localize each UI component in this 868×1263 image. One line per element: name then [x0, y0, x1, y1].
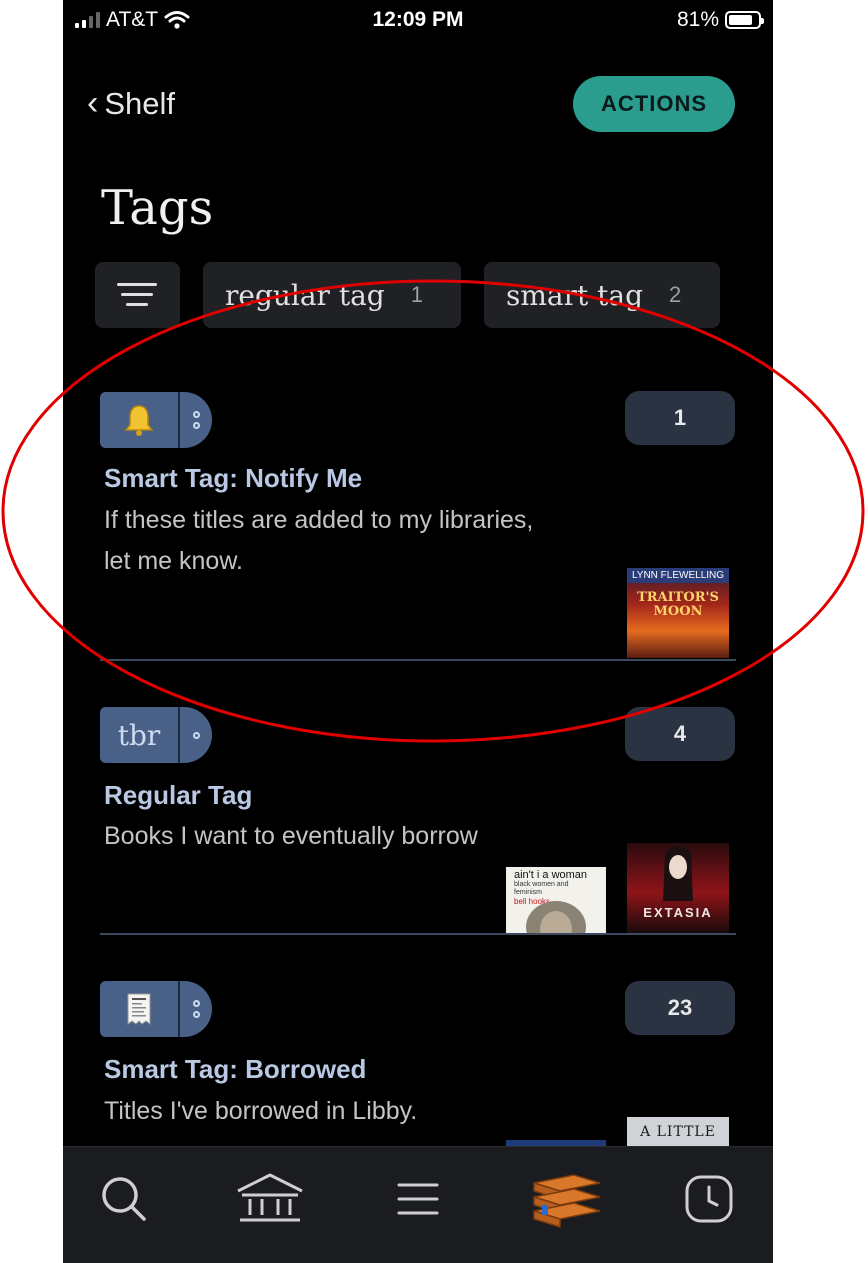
bottom-tab-bar [63, 1146, 773, 1263]
shelf-tab[interactable] [526, 1169, 606, 1229]
cover-figure [663, 846, 693, 901]
row-divider [100, 933, 736, 935]
battery-group: 81% [676, 8, 764, 32]
battery-percent: 81% [676, 8, 719, 31]
filter-chip-label: smart tag [506, 278, 644, 312]
cover-portrait [526, 901, 586, 933]
bell-icon [124, 405, 154, 436]
back-label: Shelf [104, 85, 175, 121]
tag-count-badge: 4 [625, 707, 735, 761]
cover-title: A LITTLE [640, 1124, 716, 1140]
back-button[interactable]: ‹ Shelf [87, 84, 175, 123]
tag-title[interactable]: Smart Tag: Notify Me [104, 463, 362, 494]
tag-menu-dots-icon [180, 731, 212, 739]
filter-chip-count: 2 [669, 282, 682, 307]
tag-description: Books I want to eventually borrow [104, 822, 478, 850]
book-cover-traitors-moon[interactable]: LYNN FLEWELLING TRAITOR'S MOON [627, 568, 729, 658]
search-tab[interactable] [94, 1169, 154, 1229]
tag-badge[interactable]: tbr [100, 707, 212, 763]
tag-description: Titles I've borrowed in Libby. [104, 1097, 418, 1125]
chevron-left-icon: ‹ [87, 84, 99, 122]
tag-title[interactable]: Regular Tag [104, 780, 252, 811]
library-icon [237, 1173, 303, 1222]
tag-description: If these titles are added to my librarie… [104, 506, 534, 575]
actions-button[interactable]: ACTIONS [573, 76, 735, 132]
book-cover-a-little-life[interactable]: A LITTLE [627, 1117, 729, 1148]
cover-author: LYNN FLEWELLING [627, 568, 729, 583]
tag-menu-dots-icon [180, 1000, 212, 1018]
tag-count-badge: 23 [625, 981, 735, 1035]
tag-title[interactable]: Smart Tag: Borrowed [104, 1054, 366, 1085]
tag-badge[interactable] [100, 392, 212, 448]
status-bar: AT&T 12:09 PM 81% [63, 0, 773, 40]
book-cover-extasia[interactable]: EXTASIA [627, 843, 729, 933]
tag-badge-text: tbr [100, 707, 180, 763]
libraries-tab[interactable] [232, 1169, 308, 1229]
tag-menu-dots-icon [180, 411, 212, 429]
filter-chip-count: 1 [410, 282, 423, 307]
status-time: 12:09 PM [372, 8, 464, 31]
receipt-icon [127, 993, 151, 1025]
phone-screen: AT&T 12:09 PM 81% ‹ Shelf ACTIONS Tags r… [63, 0, 773, 1263]
search-icon [102, 1177, 146, 1221]
sort-filter-button[interactable] [95, 262, 180, 328]
book-cover-aint-i-a-woman[interactable]: ain't i a woman black women and feminism… [506, 867, 606, 933]
filter-chip-label: regular tag [225, 278, 385, 312]
filter-chip-smart-tag[interactable]: smart tag 2 [484, 262, 720, 328]
tag-count-badge: 1 [625, 391, 735, 445]
cover-title: ain't i a woman [514, 869, 588, 881]
timeline-tab[interactable] [679, 1169, 739, 1229]
menu-tab[interactable] [388, 1169, 448, 1229]
filter-chip-regular-tag[interactable]: regular tag 1 [203, 262, 461, 328]
shelf-icon [533, 1174, 601, 1229]
cover-title: TRAITOR'S MOON [637, 590, 719, 619]
menu-icon [397, 1183, 439, 1215]
timeline-icon [685, 1175, 733, 1223]
tag-badge[interactable] [100, 981, 212, 1037]
cover-title: EXTASIA [643, 905, 713, 920]
battery-icon [725, 11, 764, 29]
row-divider [100, 659, 736, 661]
page-title: Tags [101, 180, 214, 236]
